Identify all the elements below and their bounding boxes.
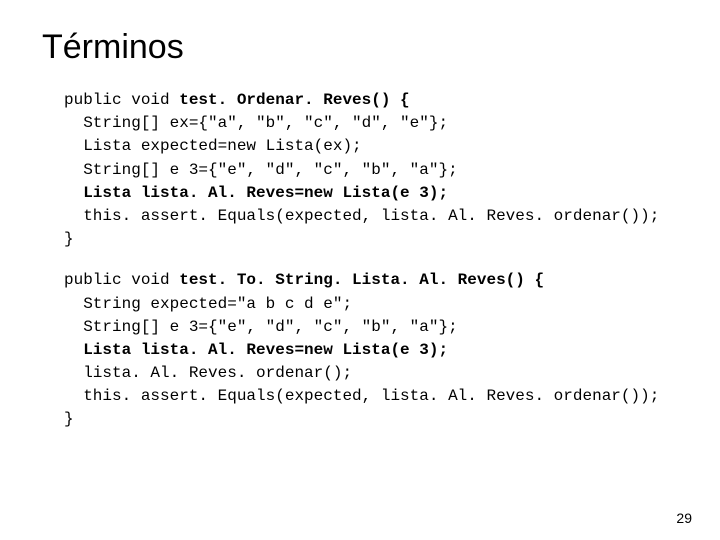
code2-l3: String[] e 3={"e", "d", "c", "b", "a"};	[64, 318, 458, 336]
code-block-1: public void test. Ordenar. Reves() { Str…	[64, 89, 680, 251]
code1-l1a: public void	[64, 91, 179, 109]
slide-title: Términos	[40, 28, 680, 67]
code2-l4: Lista lista. Al. Reves=new Lista(e 3);	[64, 341, 448, 359]
page-number: 29	[676, 510, 692, 526]
slide: Términos public void test. Ordenar. Reve…	[0, 0, 720, 540]
code1-l6: this. assert. Equals(expected, lista. Al…	[64, 207, 659, 225]
code-block-2: public void test. To. String. Lista. Al.…	[64, 269, 680, 431]
code2-l2: String expected="a b c d e";	[64, 295, 352, 313]
code1-l7: }	[64, 230, 74, 248]
code2-l1b: test. To. String. Lista. Al. Reves() {	[179, 271, 544, 289]
code1-l5: Lista lista. Al. Reves=new Lista(e 3);	[64, 184, 448, 202]
code2-l1a: public void	[64, 271, 179, 289]
code1-l3: Lista expected=new Lista(ex);	[64, 137, 362, 155]
code2-l6: this. assert. Equals(expected, lista. Al…	[64, 387, 659, 405]
code1-l4: String[] e 3={"e", "d", "c", "b", "a"};	[64, 161, 458, 179]
code2-l7: }	[64, 410, 74, 428]
code1-l2: String[] ex={"a", "b", "c", "d", "e"};	[64, 114, 448, 132]
code1-l1b: test. Ordenar. Reves() {	[179, 91, 409, 109]
code2-l5: lista. Al. Reves. ordenar();	[64, 364, 352, 382]
